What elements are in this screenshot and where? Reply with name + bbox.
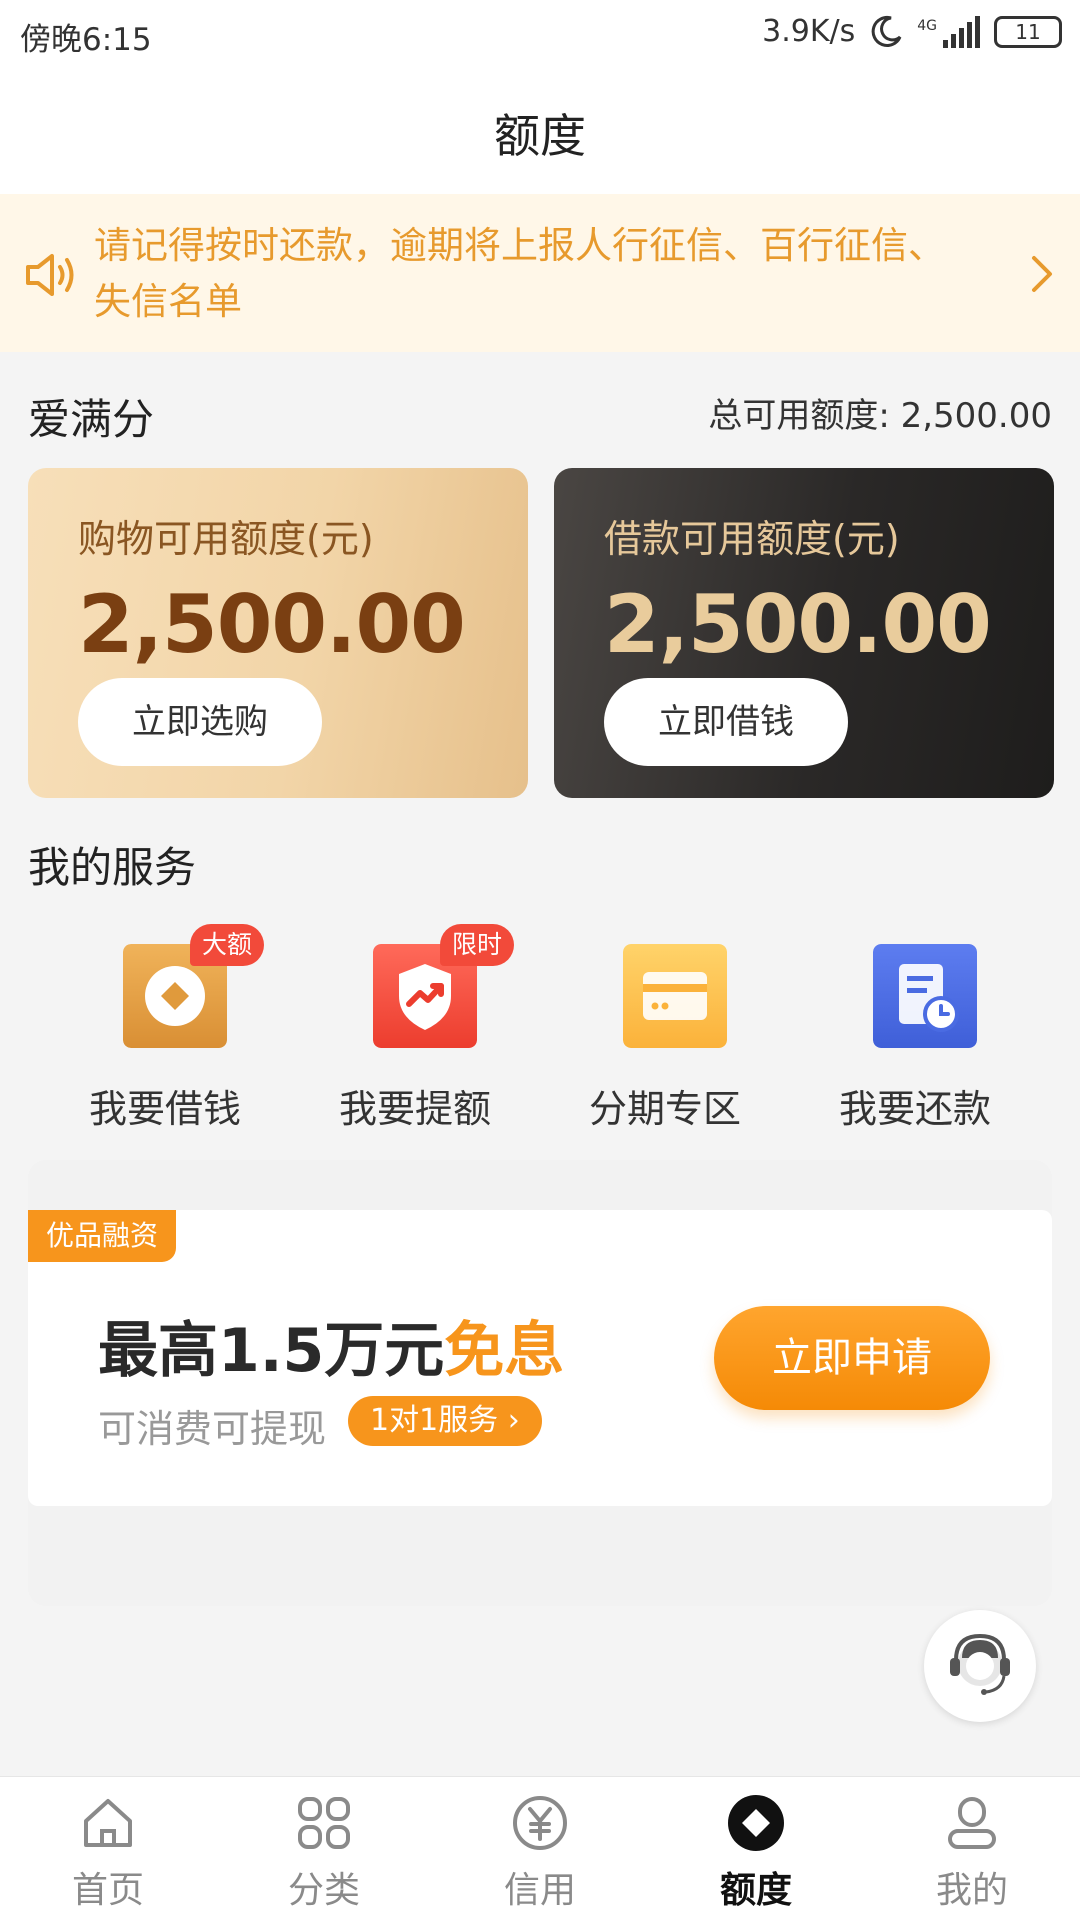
home-icon <box>84 1799 132 1847</box>
diamond-circle-icon <box>728 1795 784 1851</box>
services-title: 我的服务 <box>28 843 197 892</box>
nav-home[interactable]: 首页 <box>0 1777 216 1921</box>
nav-limit[interactable]: 额度 <box>648 1777 864 1921</box>
nav-label: 信用 <box>503 1870 576 1911</box>
status-indicators: 3.9K/s 4G 11 <box>762 14 1062 49</box>
card-icon <box>623 944 727 1048</box>
service-label: 我要借钱 <box>88 1087 241 1131</box>
nav-label: 分类 <box>287 1870 360 1911</box>
service-pill-label: 1对1服务 <box>370 1403 499 1438</box>
network-type: 4G <box>917 17 937 34</box>
service-badge: 限时 <box>440 924 515 966</box>
notice-banner[interactable]: 请记得按时还款，逾期将上报人行征信、百行征信、失信名单 <box>0 194 1080 352</box>
bottom-nav: 首页 分类 信用 额度 我的 <box>0 1776 1080 1921</box>
promo-headline-highlight: 免息 <box>444 1316 565 1386</box>
shopping-limit-amount: 2,500.00 <box>78 578 466 671</box>
notice-text: 请记得按时还款，逾期将上报人行征信、百行征信、失信名单 <box>94 224 945 323</box>
shopping-limit-card[interactable]: 购物可用额度(元) 2,500.00 立即选购 <box>28 468 528 798</box>
limits-section-title: 爱满分 <box>28 395 155 444</box>
speaker-icon <box>26 254 74 296</box>
chevron-right-icon: › <box>507 1403 520 1438</box>
nav-category[interactable]: 分类 <box>216 1777 432 1921</box>
nav-label: 首页 <box>71 1870 144 1911</box>
nav-label: 额度 <box>719 1870 792 1911</box>
status-time: 傍晚6:15 <box>20 22 152 58</box>
promo-card[interactable]: 优品融资 最高1.5万元免息 可消费可提现 1对1服务 › 立即申请 <box>28 1210 1052 1506</box>
page-title: 额度 <box>494 109 586 163</box>
bill-clock-icon <box>873 944 977 1048</box>
shopping-limit-label: 购物可用额度(元) <box>78 517 374 561</box>
service-borrow[interactable]: 大额 我要借钱 <box>40 924 290 1140</box>
battery-icon: 11 <box>994 15 1062 48</box>
loan-limit-card[interactable]: 借款可用额度(元) 2,500.00 立即借钱 <box>554 468 1054 798</box>
services-grid: 大额 我要借钱 限时 我要提额 分期专区 我要还款 <box>0 924 1080 1140</box>
promo-tag: 优品融资 <box>28 1210 177 1262</box>
service-repay[interactable]: 我要还款 <box>790 940 1040 1140</box>
moon-icon <box>871 15 902 47</box>
headset-icon <box>950 1633 1010 1695</box>
total-limit: 总可用额度: 2,500.00 <box>708 396 1052 436</box>
loan-limit-amount: 2,500.00 <box>604 578 992 671</box>
signal-icon <box>943 15 980 48</box>
shop-now-button[interactable]: 立即选购 <box>78 678 322 766</box>
service-label: 分期专区 <box>588 1087 741 1131</box>
yuan-circle-icon <box>513 1796 567 1850</box>
borrow-now-button[interactable]: 立即借钱 <box>604 678 848 766</box>
service-installment[interactable]: 分期专区 <box>540 940 790 1140</box>
profile-icon <box>948 1797 996 1849</box>
nav-mine[interactable]: 我的 <box>864 1777 1080 1921</box>
customer-service-button[interactable] <box>924 1610 1036 1722</box>
service-raise-limit[interactable]: 限时 我要提额 <box>290 924 540 1140</box>
loan-limit-label: 借款可用额度(元) <box>604 517 900 561</box>
grid-icon <box>298 1797 350 1849</box>
promo-headline: 最高1.5万元免息 <box>98 1302 564 1389</box>
nav-credit[interactable]: 信用 <box>432 1777 648 1921</box>
service-label: 我要提额 <box>338 1087 491 1131</box>
page-header: 额度 <box>0 72 1080 194</box>
service-label: 我要还款 <box>838 1087 991 1131</box>
service-pill[interactable]: 1对1服务 › <box>348 1396 542 1446</box>
promo-headline-main: 最高1.5万元 <box>98 1316 445 1386</box>
status-bar: 傍晚6:15 3.9K/s 4G 11 <box>0 0 1080 72</box>
service-badge: 大额 <box>190 924 265 966</box>
chevron-right-icon <box>1032 256 1052 292</box>
nav-label: 我的 <box>935 1870 1008 1911</box>
apply-now-button[interactable]: 立即申请 <box>714 1306 990 1410</box>
promo-subtitle: 可消费可提现 <box>98 1407 327 1451</box>
net-speed: 3.9K/s <box>762 14 856 49</box>
